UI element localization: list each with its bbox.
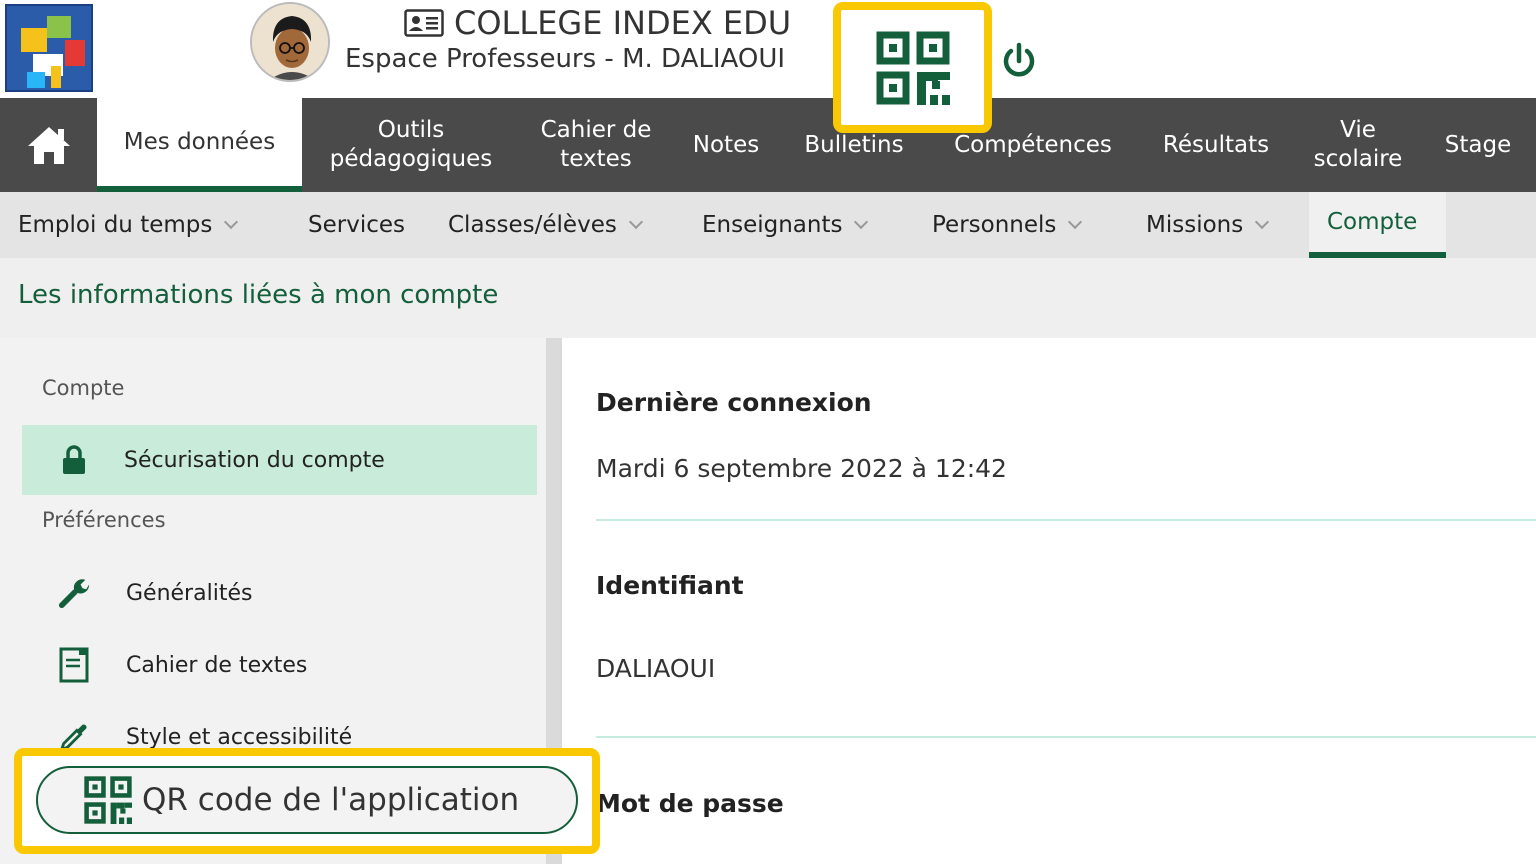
subnav-missions[interactable]: Missions [1146, 192, 1270, 258]
sidebar-item-cahier-de-textes[interactable]: Cahier de textes [22, 630, 537, 700]
home-icon [27, 127, 70, 164]
subnav-label: Services [308, 212, 405, 238]
app-header: COLLEGE INDEX EDU Espace Professeurs - M… [0, 0, 1536, 133]
password-label: Mot de passe [596, 789, 784, 818]
qr-code-icon [876, 31, 950, 105]
identifier-label: Identifiant [596, 571, 744, 600]
chevron-down-icon [628, 214, 643, 230]
tab-vie-scolaire[interactable]: Vie scolaire [1300, 98, 1416, 192]
qr-code-header-button[interactable] [833, 2, 992, 133]
page-title-band: Les informations liées à mon compte [0, 258, 1536, 338]
subnav-label: Enseignants [702, 212, 843, 238]
subnav-emploi-du-temps[interactable]: Emploi du temps [18, 192, 239, 258]
notebook-icon [58, 647, 90, 683]
user-space-subtitle: Espace Professeurs - M. DALIAOUI [345, 44, 786, 74]
subnav-personnels[interactable]: Personnels [932, 192, 1083, 258]
account-details-panel: Dernière connexion Mardi 6 septembre 202… [562, 338, 1536, 864]
sidebar-item-label: Cahier de textes [126, 652, 308, 678]
power-logout-icon[interactable] [1000, 42, 1038, 80]
sidebar-item-securisation[interactable]: Sécurisation du compte [22, 425, 537, 495]
last-login-value: Mardi 6 septembre 2022 à 12:42 [596, 454, 1007, 483]
sidebar-item-generalites[interactable]: Généralités [22, 558, 537, 628]
subnav-compte[interactable]: Compte [1309, 192, 1446, 258]
subnav-label: Classes/élèves [448, 212, 617, 238]
subnav-label: Personnels [932, 212, 1057, 238]
subnav-label: Missions [1146, 212, 1244, 238]
lock-icon [58, 444, 90, 476]
tab-cahier-de-textes[interactable]: Cahier de textes [530, 98, 662, 192]
section-divider [596, 519, 1536, 521]
tab-stage[interactable]: Stage [1432, 98, 1524, 192]
chevron-down-icon [1068, 214, 1083, 230]
section-divider [596, 736, 1536, 738]
sidebar-item-label: Généralités [126, 580, 253, 606]
main-navigation: Mes données Outils pédagogiques Cahier d… [0, 98, 1536, 192]
identifier-value: DALIAOUI [596, 654, 716, 683]
qr-code-application-button[interactable]: QR code de l'application [36, 766, 578, 834]
tab-mes-donnees[interactable]: Mes données [97, 98, 302, 192]
sub-navigation: Emploi du temps Services Classes/élèves … [0, 192, 1536, 258]
chevron-down-icon [224, 214, 239, 230]
chevron-down-icon [1255, 214, 1270, 230]
qr-code-icon [84, 776, 132, 824]
subnav-enseignants[interactable]: Enseignants [702, 192, 869, 258]
last-login-label: Dernière connexion [596, 388, 872, 417]
tab-outils-pedagogiques[interactable]: Outils pédagogiques [312, 98, 510, 192]
qr-button-label: QR code de l'application [142, 782, 520, 818]
home-button[interactable] [0, 98, 97, 192]
school-name: COLLEGE INDEX EDU [454, 4, 792, 42]
tab-resultats[interactable]: Résultats [1148, 98, 1284, 192]
school-logo[interactable] [5, 4, 93, 92]
chevron-down-icon [854, 214, 869, 230]
tab-notes[interactable]: Notes [682, 98, 770, 192]
section-heading-compte: Compte [42, 376, 125, 400]
sidebar-item-label: Sécurisation du compte [124, 447, 385, 473]
page-title: Les informations liées à mon compte [18, 280, 499, 310]
subnav-classes-eleves[interactable]: Classes/élèves [448, 192, 643, 258]
sidebar-item-label: Style et accessibilité [126, 724, 353, 750]
subnav-services[interactable]: Services [308, 192, 405, 258]
id-card-icon [404, 9, 444, 37]
section-heading-preferences: Préférences [42, 508, 166, 532]
school-title: COLLEGE INDEX EDU [404, 4, 791, 42]
wrench-icon [58, 577, 90, 609]
user-avatar[interactable] [250, 2, 330, 82]
subnav-label: Emploi du temps [18, 212, 213, 238]
